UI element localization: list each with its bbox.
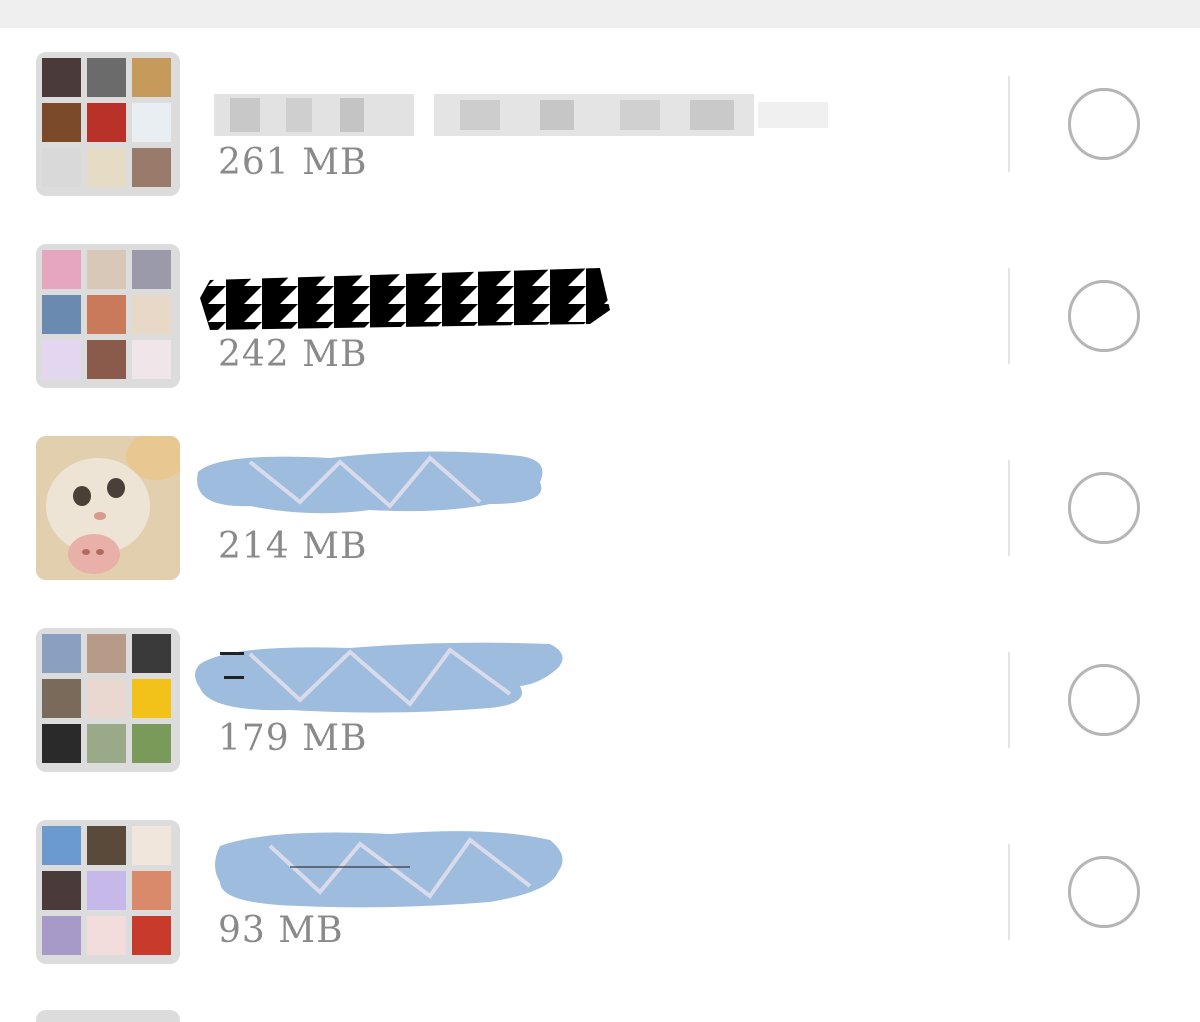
avatar-tile [42, 340, 81, 379]
avatar-tile [42, 826, 81, 865]
divider [1008, 652, 1010, 748]
cat-avatar [36, 436, 180, 580]
divider [1008, 844, 1010, 940]
avatar-tile [87, 250, 126, 289]
avatar-tile [87, 871, 126, 910]
avatar-tile [132, 634, 171, 673]
list-item[interactable]: 179 MB [0, 604, 1200, 796]
avatar-tile [87, 634, 126, 673]
select-radio-icon[interactable] [1068, 472, 1140, 544]
list-item[interactable]: 93 MB [0, 796, 1200, 988]
divider [1008, 268, 1010, 364]
group-avatar [36, 244, 180, 388]
avatar-tile [42, 634, 81, 673]
chat-size: 214 MB [218, 526, 368, 567]
redacted-title [200, 268, 610, 330]
avatar-tile [42, 295, 81, 334]
avatar-tile [87, 295, 126, 334]
select-radio-icon[interactable] [1068, 88, 1140, 160]
avatar-tile [132, 871, 171, 910]
chat-storage-list: 261 MB 242 MB 214 MB 179 MB 93 MB [0, 28, 1200, 988]
list-item[interactable]: 214 MB [0, 412, 1200, 604]
select-radio-icon[interactable] [1068, 280, 1140, 352]
avatar-tile [42, 871, 81, 910]
avatar-tile [87, 148, 126, 187]
avatar-tile [132, 724, 171, 763]
avatar-tile [87, 58, 126, 97]
chat-size: 179 MB [218, 718, 368, 759]
avatar-tile [87, 103, 126, 142]
avatar-tile [42, 250, 81, 289]
group-avatar [36, 52, 180, 196]
avatar-tile [42, 58, 81, 97]
avatar-tile [132, 916, 171, 955]
group-avatar [36, 628, 180, 772]
divider [1008, 460, 1010, 556]
chat-size: 93 MB [218, 910, 344, 951]
divider [1008, 76, 1010, 172]
avatar-tile [132, 148, 171, 187]
chat-size: 242 MB [218, 334, 368, 375]
avatar-tile [132, 103, 171, 142]
avatar-tile [42, 679, 81, 718]
avatar-tile [132, 679, 171, 718]
avatar-tile [87, 679, 126, 718]
redacted-title [214, 94, 828, 136]
avatar-tile [87, 724, 126, 763]
avatar-tile [87, 916, 126, 955]
chat-size: 261 MB [218, 142, 368, 183]
avatar-tile [87, 826, 126, 865]
group-avatar [36, 820, 180, 964]
select-radio-icon[interactable] [1068, 664, 1140, 736]
avatar-tile [42, 916, 81, 955]
select-radio-icon[interactable] [1068, 856, 1140, 928]
avatar-tile [132, 58, 171, 97]
avatar-tile [87, 340, 126, 379]
avatar-tile [42, 103, 81, 142]
next-item-avatar-partial [36, 1010, 180, 1022]
avatar-tile [132, 295, 171, 334]
avatar-tile [42, 148, 81, 187]
list-item[interactable]: 242 MB [0, 220, 1200, 412]
list-item[interactable]: 261 MB [0, 28, 1200, 220]
avatar-tile [132, 826, 171, 865]
avatar-tile [132, 250, 171, 289]
avatar-tile [132, 340, 171, 379]
top-bar [0, 0, 1200, 28]
avatar-tile [42, 724, 81, 763]
